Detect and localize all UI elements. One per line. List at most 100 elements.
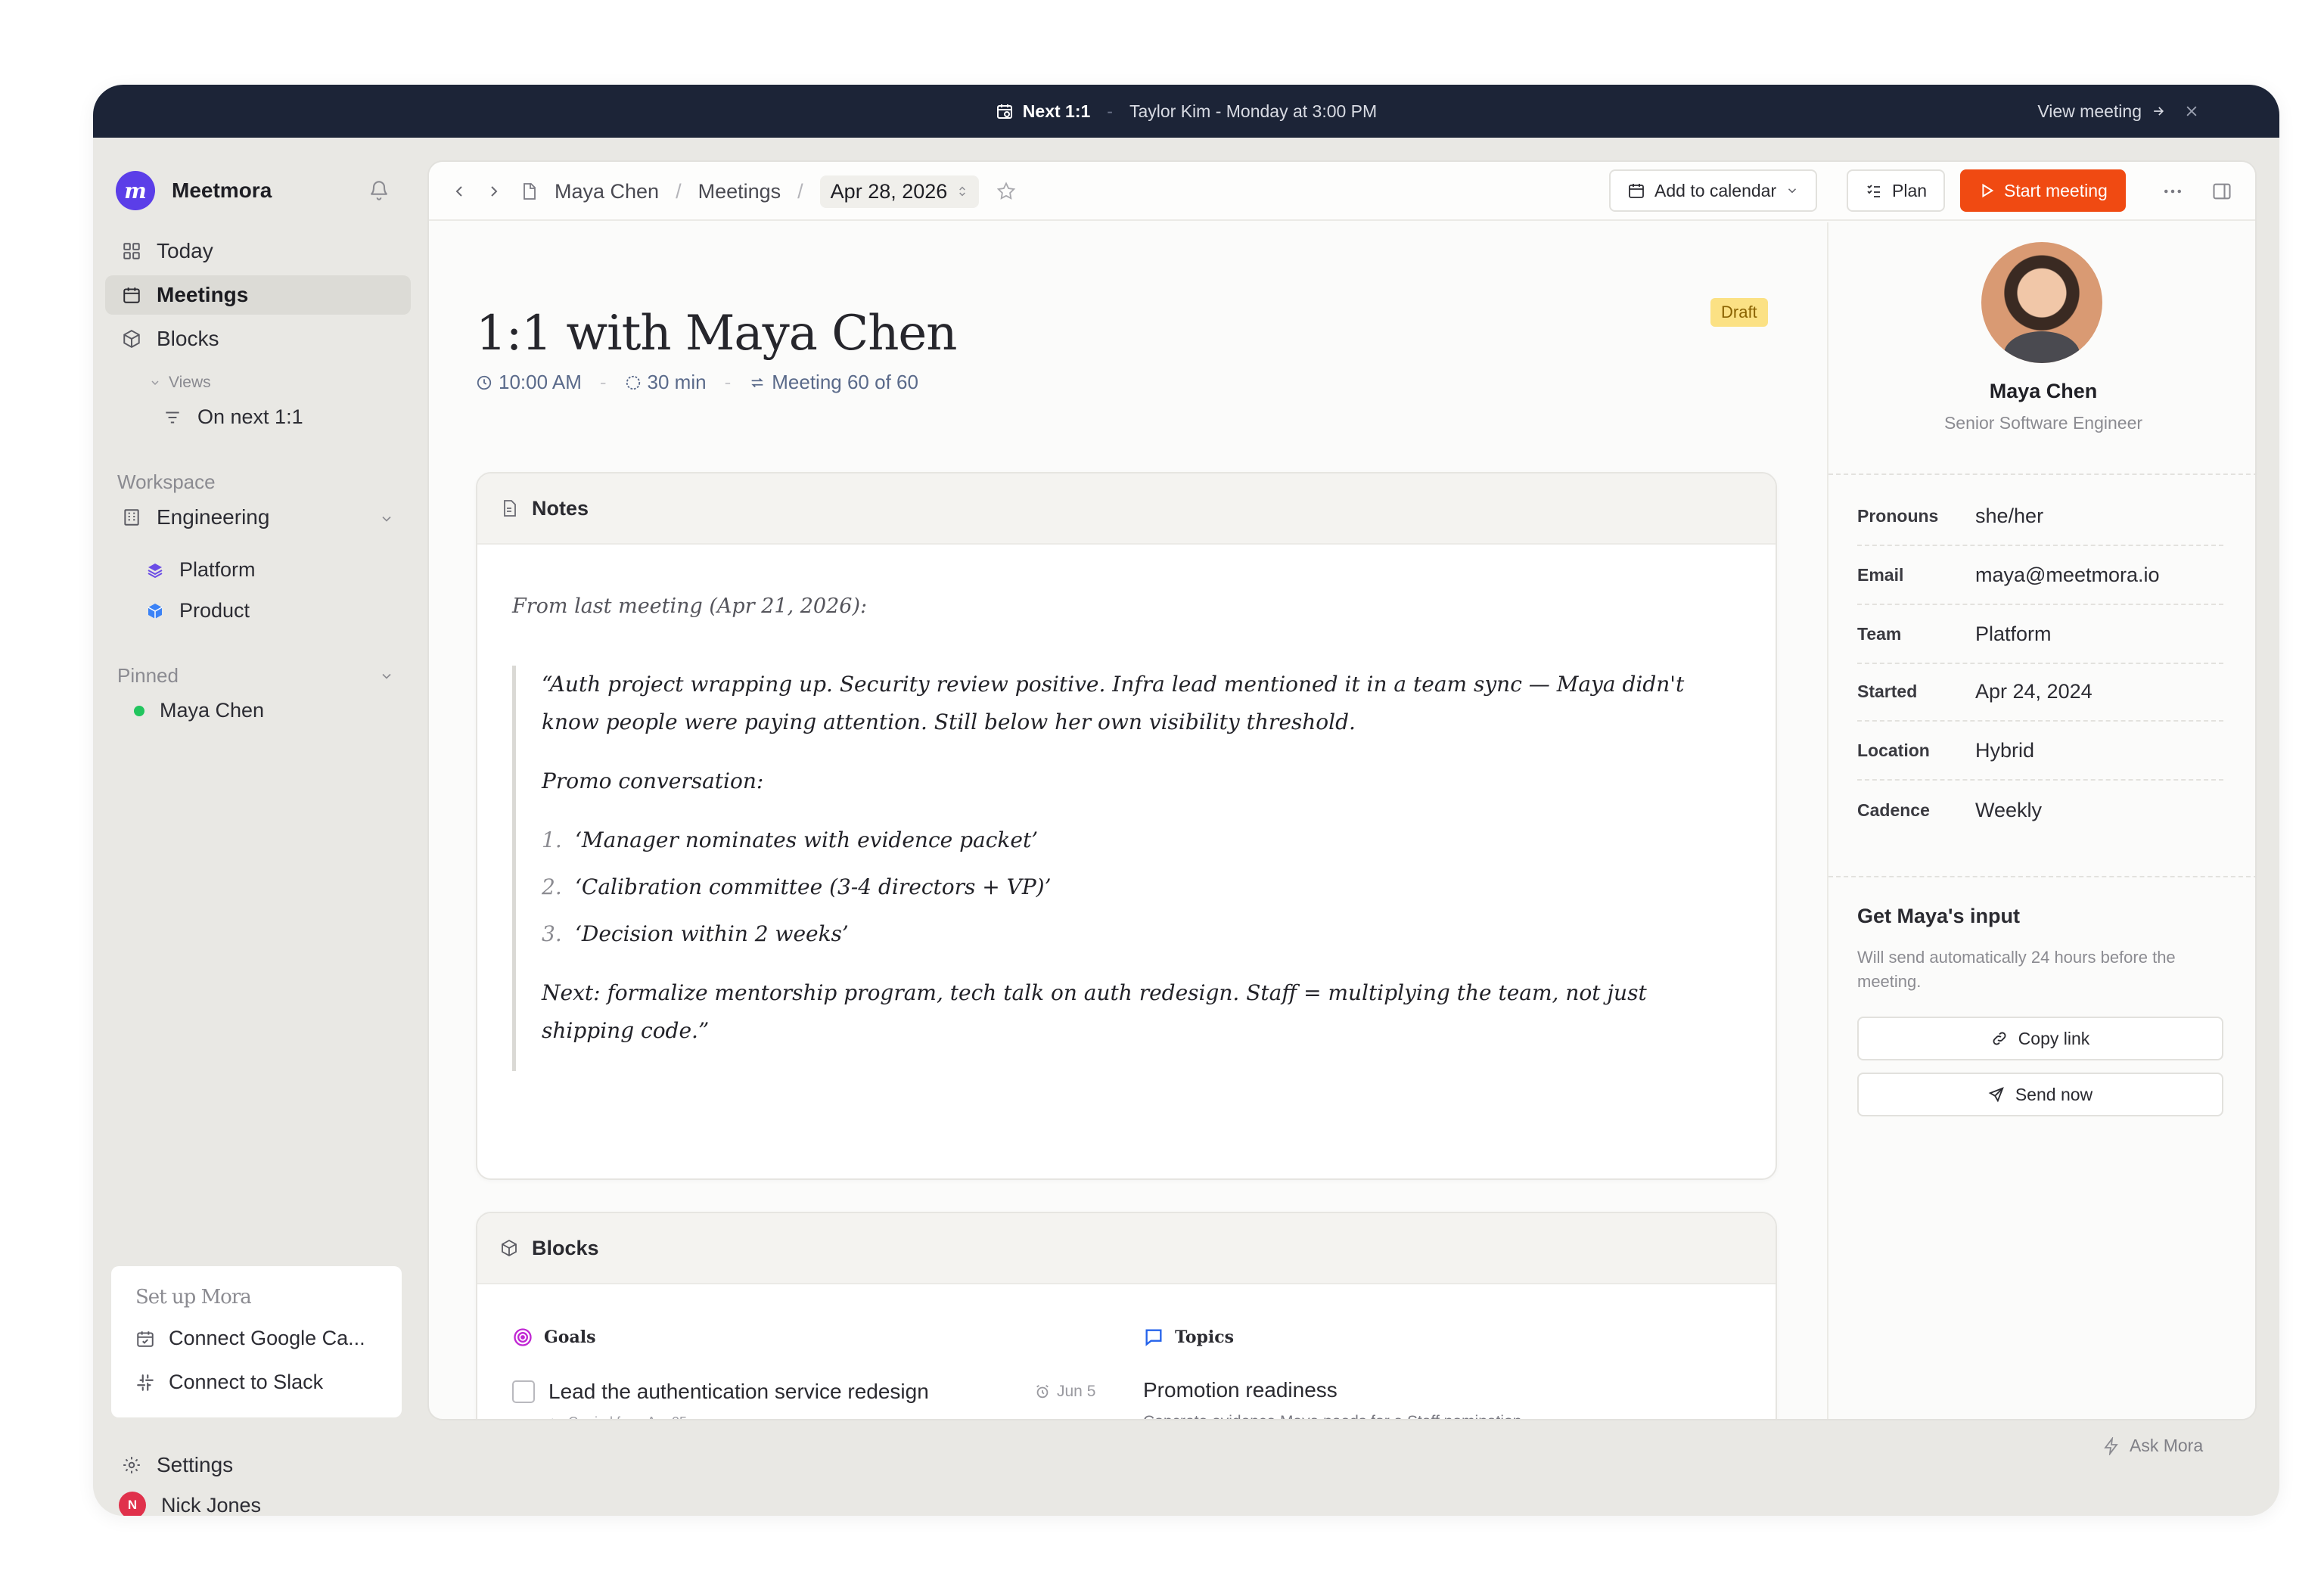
profile-photo — [1981, 242, 2102, 363]
goal-item: Lead the authentication service redesign — [512, 1380, 929, 1404]
cube-icon — [502, 1239, 517, 1257]
promo-label: Promo conversation: — [542, 768, 764, 793]
add-to-calendar-button[interactable]: Add to calendar — [1609, 169, 1818, 212]
workspace-engineering[interactable]: Engineering — [105, 498, 411, 537]
filter-icon — [166, 411, 179, 423]
app-name: Meetmora — [172, 179, 272, 202]
goal-text[interactable]: Lead the authentication service redesign — [548, 1380, 929, 1404]
nav-meetings-label: Meetings — [157, 283, 249, 306]
blocks-heading: Blocks — [532, 1236, 599, 1259]
field-key: Location — [1857, 740, 1930, 760]
profile-role: Senior Software Engineer — [1943, 413, 2143, 433]
engineering-collapse-button[interactable] — [379, 511, 394, 530]
chevron-down-icon — [382, 516, 391, 522]
team-platform[interactable]: Platform — [146, 558, 256, 582]
send-icon — [1988, 1087, 2004, 1103]
ask-mora-label: Ask Mora — [2130, 1436, 2204, 1455]
topic-title[interactable]: Promotion readiness — [1143, 1378, 1338, 1402]
view-on-next-label: On next 1:1 — [197, 405, 303, 428]
nav-settings[interactable]: Settings — [105, 1446, 411, 1484]
chat-icon — [1145, 1329, 1162, 1346]
gear-icon — [123, 1457, 140, 1473]
goal-checkbox[interactable] — [512, 1380, 535, 1403]
field-value[interactable]: maya@meetmora.io — [1975, 564, 2160, 587]
notifications-button[interactable] — [368, 180, 390, 205]
target-icon — [514, 1328, 532, 1346]
goal-due: Jun 5 — [1034, 1383, 1095, 1401]
field-key: Team — [1857, 623, 1902, 644]
ask-mora-button[interactable]: Ask Mora — [2102, 1436, 2203, 1456]
send-now-button[interactable]: Send now — [1857, 1073, 2223, 1116]
date-selector[interactable]: Apr 28, 2026 — [819, 175, 980, 208]
banner-close-button[interactable] — [2184, 85, 2199, 138]
list-item: 3. ‘Decision within 2 weeks’ — [542, 915, 1723, 953]
workspace-brand[interactable]: m Meetmora — [116, 171, 272, 210]
alarm-icon — [1036, 1384, 1049, 1399]
breadcrumb: Maya Chen / Meetings / Apr 28, 2026 — [450, 162, 1017, 221]
team-platform-label: Platform — [179, 558, 256, 581]
nav-today-label: Today — [157, 239, 213, 262]
pinned-maya-chen[interactable]: Maya Chen — [134, 699, 264, 722]
user-profile[interactable]: N Nick Jones — [119, 1492, 261, 1516]
star-icon[interactable] — [996, 181, 1017, 202]
forward-arrow-icon[interactable] — [485, 182, 503, 200]
document-icon — [504, 500, 516, 517]
timer-icon — [626, 375, 640, 390]
view-on-next[interactable]: On next 1:1 — [163, 405, 303, 429]
nav-today[interactable]: Today — [105, 231, 411, 271]
blocks-card: Blocks Goals Lead the authentication ser… — [476, 1212, 1777, 1419]
link-icon — [1993, 1032, 2006, 1045]
connect-slack-label: Connect to Slack — [169, 1371, 324, 1393]
chevron-down-icon — [151, 380, 159, 386]
online-status-dot — [134, 705, 144, 716]
team-product[interactable]: Product — [146, 599, 250, 623]
meta-separator: - — [724, 371, 732, 393]
start-meeting-button[interactable]: Start meeting — [1960, 169, 2126, 212]
sidebar: m Meetmora Today Meetings Blocks Views O… — [93, 138, 423, 1516]
back-arrow-icon[interactable] — [450, 182, 468, 200]
connect-slack[interactable]: Connect to Slack — [135, 1371, 323, 1394]
field-value: Weekly — [1975, 798, 2043, 821]
calendar-icon — [123, 287, 140, 303]
plan-button[interactable]: Plan — [1847, 169, 1946, 212]
profile-panel: Maya Chen Senior Software Engineer Prono… — [1827, 222, 2255, 1419]
user-avatar: N — [119, 1492, 146, 1516]
breadcrumb-person[interactable]: Maya Chen — [555, 180, 659, 203]
next-label-text: Next 1:1 — [1022, 101, 1091, 121]
meeting-duration: 30 min — [625, 371, 707, 394]
field-key: Cadence — [1857, 799, 1930, 820]
nav-meetings[interactable]: Meetings — [105, 275, 411, 315]
list-number: 3. — [542, 921, 562, 946]
send-now-label: Send now — [2015, 1084, 2093, 1104]
pinned-collapse-button[interactable] — [379, 669, 394, 688]
profile-field-email: Email maya@meetmora.io — [1857, 546, 2223, 605]
checklist-icon — [1867, 185, 1880, 197]
bell-icon — [371, 181, 387, 200]
calendar-clock-icon — [996, 104, 1012, 119]
list-number: 2. — [542, 874, 562, 899]
chevron-updown-icon — [959, 186, 966, 197]
nav-blocks-label: Blocks — [157, 327, 219, 350]
meeting-duration-label: 30 min — [647, 371, 707, 393]
goal-due-date: Jun 5 — [1057, 1383, 1096, 1400]
breadcrumb-separator: / — [797, 179, 803, 203]
next-paragraph: Next: formalize mentorship program, tech… — [542, 980, 1647, 1043]
toggle-sidepanel-button[interactable] — [2211, 162, 2232, 221]
plan-label: Plan — [1892, 180, 1928, 200]
list-item: 2. ‘Calibration committee (3-4 directors … — [542, 868, 1723, 906]
copy-link-button[interactable]: Copy link — [1857, 1017, 2223, 1060]
banner-separator: - — [1107, 101, 1113, 121]
views-toggle[interactable]: Views — [149, 374, 211, 392]
connect-google-calendar[interactable]: Connect Google Ca... — [135, 1327, 365, 1350]
meeting-panel: Maya Chen / Meetings / Apr 28, 2026 Add … — [427, 160, 2257, 1420]
nav-blocks[interactable]: Blocks — [105, 319, 411, 359]
goals-label: Goals — [512, 1327, 595, 1348]
meeting-series: Meeting 60 of 60 — [749, 371, 918, 394]
profile-name: Maya Chen — [1989, 380, 2098, 402]
breadcrumb-meetings[interactable]: Meetings — [698, 180, 781, 203]
notes-from: From last meeting (Apr 21, 2026): — [512, 595, 868, 618]
pinned-section-label: Pinned — [117, 664, 179, 687]
view-meeting-link[interactable]: View meeting — [2037, 85, 2166, 138]
more-options-button[interactable] — [2161, 162, 2184, 221]
meeting-series-label: Meeting 60 of 60 — [772, 371, 918, 393]
